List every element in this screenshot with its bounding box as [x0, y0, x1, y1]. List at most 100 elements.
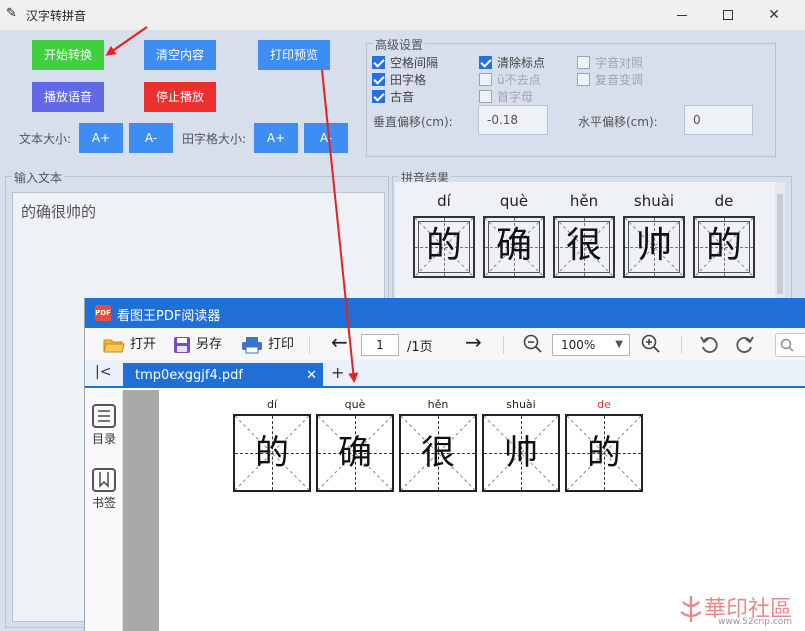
open-button[interactable]: 打开 — [103, 334, 156, 356]
folder-icon — [103, 339, 125, 352]
zoom-select[interactable]: 100% ▼ — [552, 334, 630, 356]
option-checkbox[interactable]: 复音变调 — [577, 71, 643, 88]
close-button[interactable]: ✕ — [751, 0, 797, 30]
result-cell: dí 的 — [413, 190, 475, 278]
sidebar-item-toc[interactable]: 目录 — [87, 404, 121, 447]
play-audio-button[interactable]: 播放语音 — [32, 82, 104, 112]
tab-close-button[interactable]: ✕ — [306, 363, 317, 388]
result-scrollbar[interactable] — [775, 182, 785, 302]
option-checkbox[interactable]: 清除标点 — [479, 54, 545, 71]
save-as-label: 另存 — [196, 337, 223, 352]
option-checkbox[interactable]: 田字格 — [372, 71, 426, 88]
option-checkbox[interactable]: 古音 — [372, 88, 414, 105]
option-label: 字音对照 — [595, 56, 644, 70]
pdf-hanzi-char: 确 — [338, 433, 372, 473]
vertical-offset-input[interactable]: -0.18 — [478, 105, 548, 135]
open-label: 打开 — [130, 337, 157, 352]
option-checkbox[interactable]: 首字母 — [479, 88, 533, 105]
start-convert-button[interactable]: 开始转换 — [32, 40, 104, 70]
collapse-sidebar-button[interactable]: |< — [95, 364, 111, 380]
hanzi-char: 的 — [425, 225, 462, 266]
minimize-icon — [677, 14, 687, 16]
tab-document[interactable]: tmp0exggjf4.pdf ✕ — [123, 363, 323, 388]
pdf-toolbar: 打开 另存 打印 ← → — [85, 328, 805, 360]
checkbox-box[interactable] — [577, 73, 590, 86]
pdf-viewer-window: PDF 看图王PDF阅读器 打开 另存 打印 ← → |< tmp0exggjf… — [84, 298, 805, 631]
tab-document-label: tmp0exggjf4.pdf — [135, 368, 243, 383]
page-total-label: /1页 — [407, 340, 433, 355]
option-checkbox[interactable]: ü不去点 — [479, 71, 541, 88]
rotate-left-button[interactable] — [699, 334, 719, 356]
text-size-increase-button[interactable]: A+ — [79, 123, 123, 153]
minimize-button[interactable] — [659, 0, 705, 30]
checkbox-box[interactable] — [479, 90, 492, 103]
checkbox-box[interactable] — [372, 73, 385, 86]
pdf-tianzige-cell: què 确 — [316, 398, 394, 492]
clear-content-button[interactable]: 清空内容 — [144, 40, 216, 70]
close-icon: ✕ — [768, 7, 780, 23]
app-title: 汉字转拼音 — [26, 9, 87, 23]
checkbox-box[interactable] — [372, 56, 385, 69]
toc-icon — [92, 404, 116, 428]
pdf-tianzige-box: 帅 — [482, 414, 560, 492]
pdf-tianzige-cell: shuài 帅 — [482, 398, 560, 492]
advanced-settings-title: 高级设置 — [373, 36, 426, 53]
checkbox-box[interactable] — [479, 73, 492, 86]
checkbox-box[interactable] — [577, 56, 590, 69]
close-icon: ✕ — [306, 368, 317, 383]
zoom-in-icon — [641, 334, 660, 353]
pdf-hanzi-char: 的 — [255, 433, 289, 473]
pdf-tianzige-box: 确 — [316, 414, 394, 492]
zoom-out-icon — [523, 334, 542, 353]
print-preview-button[interactable]: 打印预览 — [258, 40, 330, 70]
app-titlebar: ✎ 汉字转拼音 ✕ — [0, 0, 805, 30]
text-size-decrease-button[interactable]: A- — [129, 123, 173, 153]
pdf-tianzige-cell: hěn 很 — [399, 398, 477, 492]
print-button[interactable]: 打印 — [241, 334, 294, 356]
grid-size-decrease-button[interactable]: A- — [304, 123, 348, 153]
scrollbar-thumb[interactable] — [777, 194, 783, 294]
feather-icon: ✎ — [6, 6, 17, 21]
pinyin-text: dí — [437, 192, 451, 210]
rotate-right-button[interactable] — [735, 334, 755, 356]
new-tab-button[interactable]: + — [331, 363, 344, 382]
horizontal-offset-input[interactable]: 0 — [684, 105, 753, 135]
zoom-out-button[interactable] — [523, 334, 543, 356]
pdf-hanzi-char: 的 — [587, 433, 621, 473]
option-checkbox[interactable]: 字音对照 — [577, 54, 643, 71]
option-label: 复音变调 — [595, 73, 644, 87]
watermark-url: www.52cnp.com — [718, 617, 793, 627]
sidebar-item-bookmark[interactable]: 书签 — [87, 468, 121, 511]
pdf-sidebar: 目录 书签 — [85, 390, 123, 631]
save-as-button[interactable]: 另存 — [173, 334, 222, 356]
pinyin-text: de — [714, 192, 734, 210]
option-label: ü不去点 — [497, 73, 541, 87]
stop-audio-button[interactable]: 停止播放 — [144, 82, 216, 112]
option-label: 空格间隔 — [390, 56, 439, 70]
hanzi-char: 很 — [565, 225, 602, 266]
pdf-pinyin-text: shuài — [506, 398, 536, 411]
pdf-page-margin — [123, 390, 159, 631]
option-label: 古音 — [390, 90, 415, 104]
maximize-button[interactable] — [705, 0, 751, 30]
grid-size-increase-button[interactable]: A+ — [254, 123, 298, 153]
rotate-right-icon — [736, 336, 754, 353]
toolbar-divider — [309, 336, 310, 354]
page-number-input[interactable]: 1 — [361, 334, 399, 356]
pdf-pinyin-text: dí — [266, 398, 278, 411]
checkbox-box[interactable] — [479, 56, 492, 69]
checkbox-box[interactable] — [372, 90, 385, 103]
option-checkbox[interactable]: 空格间隔 — [372, 54, 438, 71]
plus-icon: + — [331, 363, 345, 382]
zoom-in-button[interactable] — [641, 334, 661, 356]
print-label: 打印 — [268, 337, 295, 352]
option-label: 首字母 — [497, 90, 534, 104]
search-input[interactable] — [775, 333, 805, 357]
next-page-button[interactable]: → — [465, 331, 482, 353]
prev-page-button[interactable]: ← — [331, 331, 348, 353]
pdf-pinyin-text: què — [344, 398, 366, 411]
arrow-left-icon: ← — [331, 330, 348, 354]
pdf-tianzige-box: 的 — [565, 414, 643, 492]
result-cell: shuài 帅 — [623, 190, 685, 278]
tianzige-box: 的 — [693, 216, 755, 278]
